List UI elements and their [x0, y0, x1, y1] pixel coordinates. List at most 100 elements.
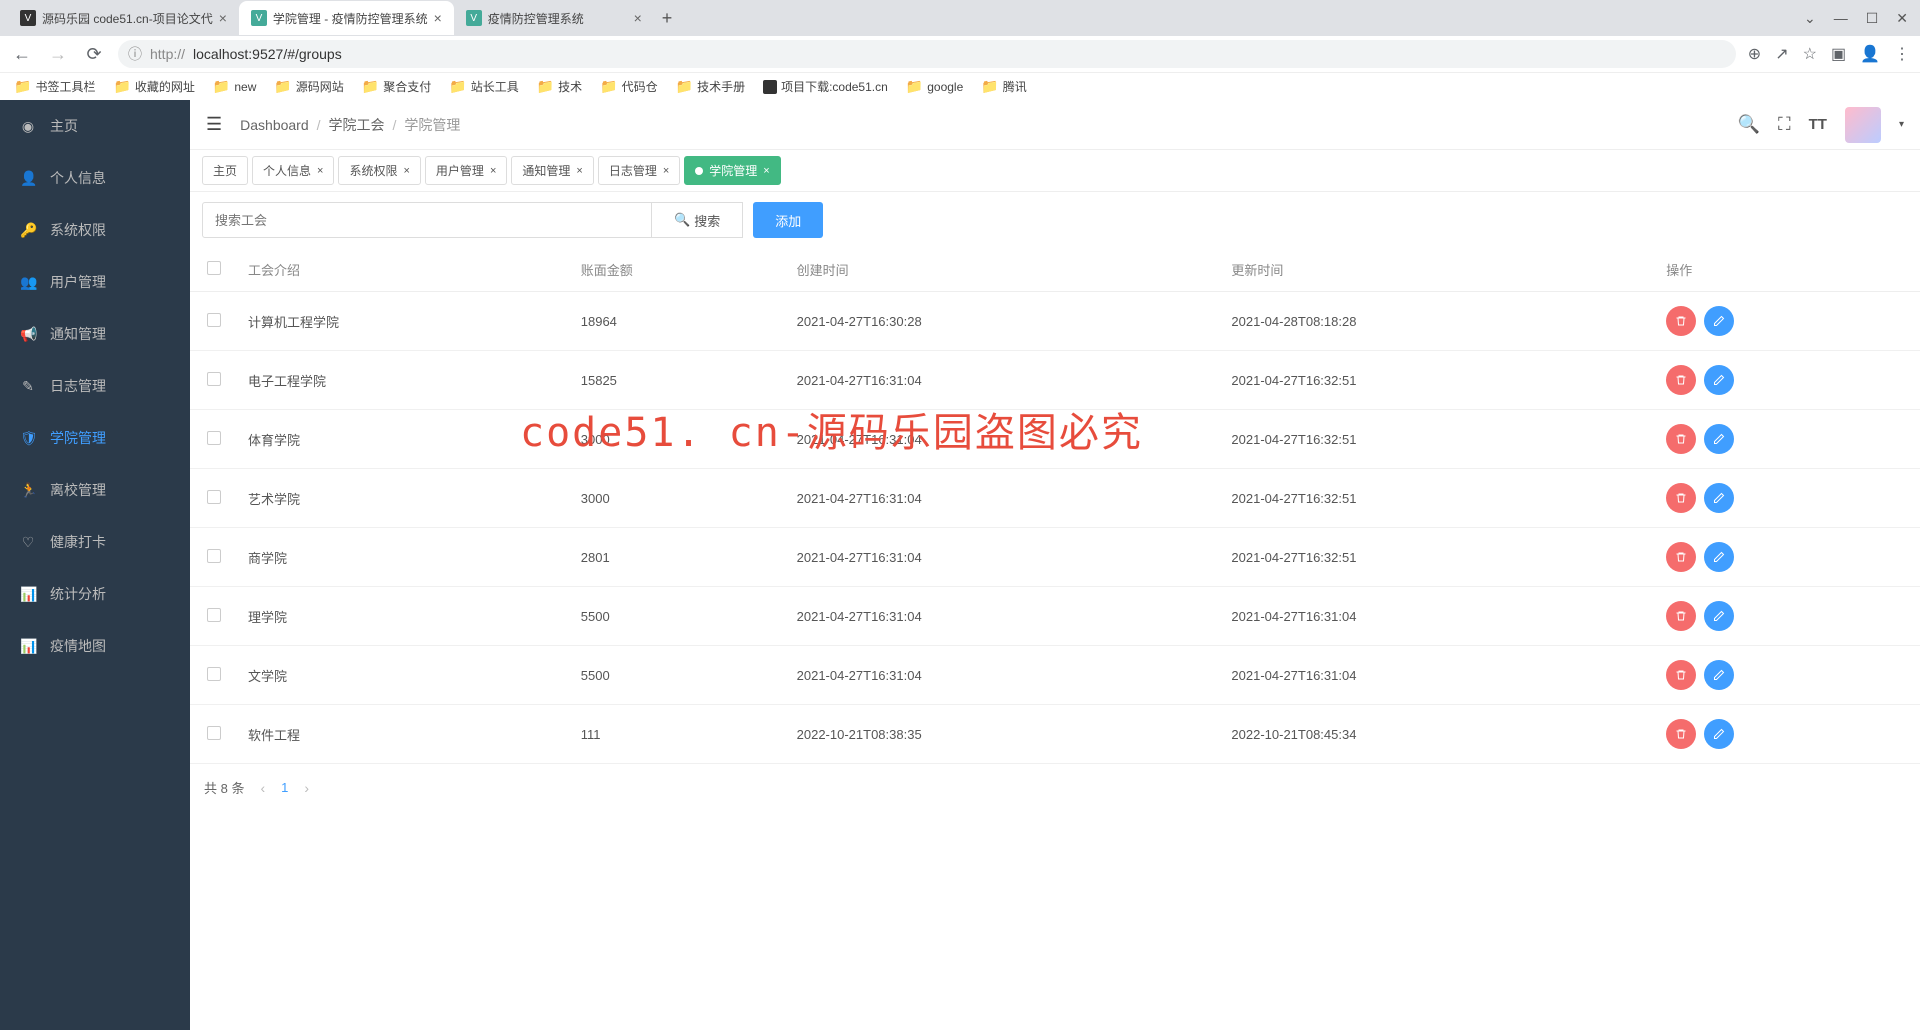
share-icon[interactable]: ↗ [1775, 44, 1788, 64]
edit-button[interactable] [1704, 424, 1734, 454]
page-tab[interactable]: 学院管理× [684, 156, 780, 185]
sidebar-item[interactable]: 📢 通知管理 [0, 308, 190, 360]
browser-tab[interactable]: V 疫情防控管理系统 × [454, 1, 654, 35]
sidebar-item[interactable]: 🔑 系统权限 [0, 204, 190, 256]
tab-close-icon[interactable]: × [403, 165, 409, 177]
delete-button[interactable] [1666, 306, 1696, 336]
bookmark-item[interactable]: 📁源码网站 [274, 78, 343, 95]
user-dropdown-icon[interactable]: ▾ [1899, 119, 1904, 130]
tab-close-icon[interactable]: × [490, 165, 496, 177]
window-maximize-icon[interactable]: ☐ [1866, 10, 1879, 27]
new-tab-button[interactable]: + [654, 4, 681, 33]
delete-button[interactable] [1666, 660, 1696, 690]
table-header: 操作 [1656, 248, 1920, 292]
sidebar-item[interactable]: 👤 个人信息 [0, 152, 190, 204]
edit-button[interactable] [1704, 601, 1734, 631]
sidebar-item[interactable]: 📊 疫情地图 [0, 620, 190, 672]
bookmark-item[interactable]: 📁google [906, 78, 963, 95]
bookmark-item[interactable]: 📁技术手册 [676, 78, 745, 95]
bookmark-item[interactable]: 📁收藏的网址 [113, 78, 194, 95]
window-minimize-icon[interactable]: — [1834, 10, 1848, 27]
sidebar-item[interactable]: 🏃 离校管理 [0, 464, 190, 516]
site-info-icon[interactable]: ⓘ [128, 44, 142, 64]
row-checkbox[interactable] [207, 549, 221, 563]
profile-icon[interactable]: 👤 [1860, 44, 1880, 64]
sidebar-item[interactable]: 📊 统计分析 [0, 568, 190, 620]
delete-button[interactable] [1666, 483, 1696, 513]
tab-close-icon[interactable]: × [576, 165, 582, 177]
edit-button[interactable] [1704, 719, 1734, 749]
side-panel-icon[interactable]: ▣ [1831, 44, 1846, 64]
edit-button[interactable] [1704, 660, 1734, 690]
sidebar-item[interactable]: ✎ 日志管理 [0, 360, 190, 412]
cell-amount: 111 [571, 705, 787, 764]
tab-close-icon[interactable]: × [663, 165, 669, 177]
bookmark-item[interactable]: 📁技术 [537, 78, 582, 95]
row-checkbox[interactable] [207, 608, 221, 622]
table-row: 文学院 5500 2021-04-27T16:31:04 2021-04-27T… [190, 646, 1920, 705]
search-button[interactable]: 🔍 搜索 [652, 202, 743, 238]
row-checkbox[interactable] [207, 490, 221, 504]
row-checkbox[interactable] [207, 313, 221, 327]
search-input[interactable] [202, 202, 652, 238]
delete-button[interactable] [1666, 542, 1696, 572]
row-checkbox[interactable] [207, 431, 221, 445]
delete-button[interactable] [1666, 601, 1696, 631]
breadcrumb-item[interactable]: 学院工会 [329, 115, 385, 135]
bookmark-item[interactable]: 📁书签工具栏 [14, 78, 95, 95]
hamburger-icon[interactable]: ☰ [206, 114, 222, 135]
avatar[interactable] [1845, 107, 1881, 143]
page-tab[interactable]: 主页 [202, 156, 248, 185]
bookmark-item[interactable]: 📁代码仓 [600, 78, 657, 95]
select-all-checkbox[interactable] [207, 261, 221, 275]
search-lens-icon[interactable]: ⊕ [1748, 44, 1761, 64]
delete-button[interactable] [1666, 365, 1696, 395]
nav-reload-icon[interactable]: ⟳ [82, 44, 106, 65]
browser-menu-icon[interactable]: ⋮ [1894, 44, 1910, 64]
page-tab[interactable]: 系统权限× [338, 156, 420, 185]
pagination-prev-icon[interactable]: ‹ [260, 780, 265, 796]
window-dropdown-icon[interactable]: ⌄ [1804, 10, 1816, 27]
add-button[interactable]: 添加 [753, 202, 823, 238]
delete-button[interactable] [1666, 719, 1696, 749]
edit-button[interactable] [1704, 542, 1734, 572]
tab-close-icon[interactable]: × [434, 10, 442, 26]
bookmark-item[interactable]: 📁聚合支付 [362, 78, 431, 95]
browser-tab[interactable]: V 源码乐园 code51.cn-项目论文代 × [8, 1, 239, 35]
nav-back-icon[interactable]: ← [10, 44, 34, 65]
edit-button[interactable] [1704, 483, 1734, 513]
tab-close-icon[interactable]: × [219, 10, 227, 26]
search-icon[interactable]: 🔍 [1738, 114, 1760, 135]
breadcrumb-item[interactable]: Dashboard [240, 117, 309, 133]
url-input[interactable]: ⓘ http://localhost:9527/#/groups [118, 40, 1736, 68]
search-icon: 🔍 [674, 212, 690, 228]
tab-close-icon[interactable]: × [317, 165, 323, 177]
row-checkbox[interactable] [207, 726, 221, 740]
bookmark-item[interactable]: 项目下载:code51.cn [763, 78, 888, 95]
pagination-next-icon[interactable]: › [304, 780, 309, 796]
page-tab[interactable]: 日志管理× [598, 156, 680, 185]
page-tab[interactable]: 用户管理× [425, 156, 507, 185]
bookmark-item[interactable]: 📁new [213, 78, 256, 95]
page-tab[interactable]: 通知管理× [511, 156, 593, 185]
font-size-icon[interactable]: TT [1809, 116, 1827, 133]
browser-tab[interactable]: V 学院管理 - 疫情防控管理系统 × [239, 1, 454, 35]
sidebar-item[interactable]: ◉ 主页 [0, 100, 190, 152]
sidebar-item[interactable]: 🛡 学院管理 [0, 412, 190, 464]
bookmark-star-icon[interactable]: ☆ [1803, 44, 1817, 64]
row-checkbox[interactable] [207, 667, 221, 681]
tab-close-icon[interactable]: × [763, 165, 769, 177]
sidebar-item[interactable]: 👥 用户管理 [0, 256, 190, 308]
bookmark-item[interactable]: 📁站长工具 [449, 78, 518, 95]
window-close-icon[interactable]: ✕ [1896, 10, 1908, 27]
edit-button[interactable] [1704, 365, 1734, 395]
edit-button[interactable] [1704, 306, 1734, 336]
sidebar-item[interactable]: ♡ 健康打卡 [0, 516, 190, 568]
tab-close-icon[interactable]: × [634, 10, 642, 26]
pagination-current[interactable]: 1 [281, 780, 288, 795]
delete-button[interactable] [1666, 424, 1696, 454]
row-checkbox[interactable] [207, 372, 221, 386]
page-tab[interactable]: 个人信息× [252, 156, 334, 185]
fullscreen-icon[interactable]: ⛶ [1778, 114, 1791, 135]
bookmark-item[interactable]: 📁腾讯 [981, 78, 1026, 95]
